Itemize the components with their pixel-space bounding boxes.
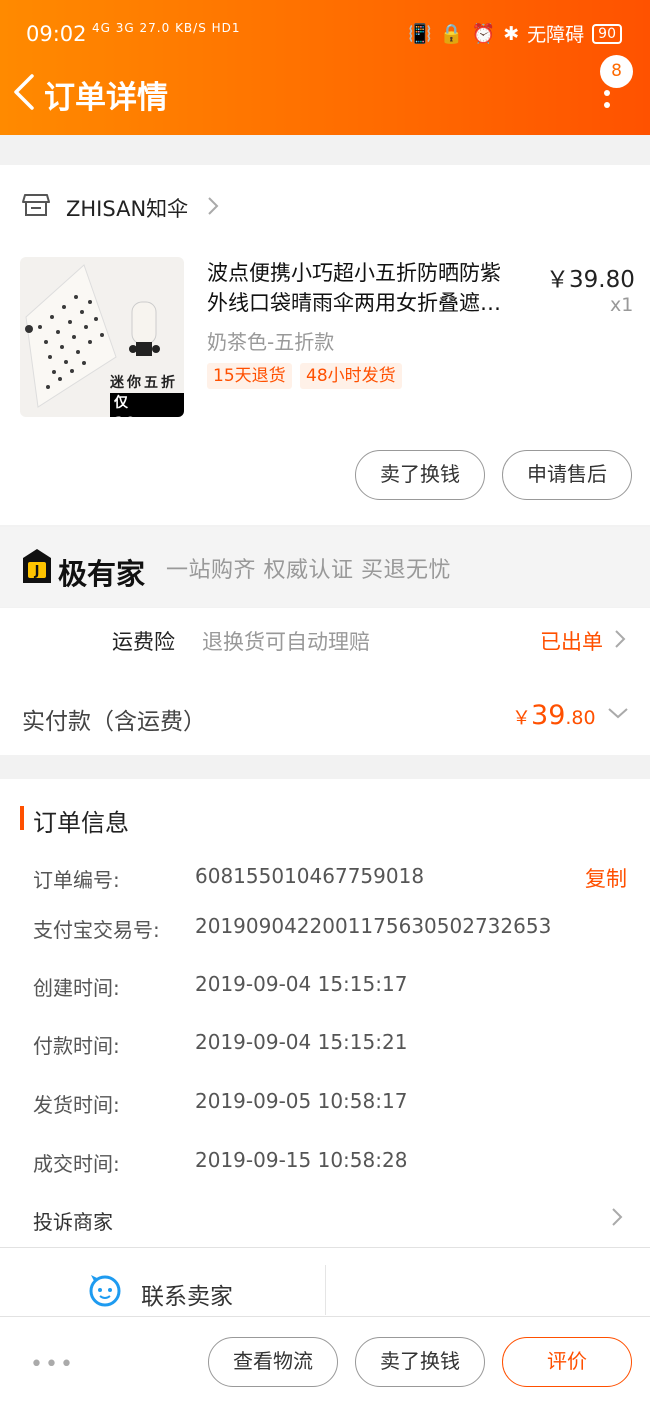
- product-title[interactable]: 波点便携小巧超小五折防晒防紫 外线口袋晴雨伞两用女折叠遮…: [207, 258, 532, 318]
- view-logistics-button[interactable]: 查看物流: [208, 1337, 338, 1387]
- vibrate-icon: 📳: [408, 23, 432, 45]
- completed-time-label: 成交时间:: [33, 1152, 120, 1176]
- completed-time-value: 2019-09-15 10:58:28: [195, 1148, 408, 1172]
- lock-icon: 🔒: [439, 23, 464, 45]
- after-sale-button[interactable]: 申请售后: [502, 450, 632, 500]
- review-button[interactable]: 评价: [502, 1337, 632, 1387]
- sell-exchange-button[interactable]: 卖了换钱: [355, 450, 485, 500]
- payment-integer: 39: [531, 700, 566, 731]
- net-3g: 3G: [115, 21, 135, 35]
- more-actions-button[interactable]: •••: [30, 1352, 75, 1377]
- shipping-insurance-desc: 退换货可自动理赔: [202, 630, 370, 654]
- net-4g: 4G: [92, 21, 111, 35]
- sell-exchange-button-bottom[interactable]: 卖了换钱: [355, 1337, 485, 1387]
- shipped-time-label: 发货时间:: [33, 1093, 120, 1117]
- paid-time-label: 付款时间:: [33, 1034, 120, 1058]
- battery-icon: 90: [592, 23, 622, 44]
- product-sku: 奶茶色-五折款: [207, 330, 335, 354]
- product-quantity: x1: [610, 294, 634, 316]
- contact-seller-label[interactable]: 联系卖家: [141, 1277, 233, 1311]
- net-hd: HD1: [211, 21, 241, 35]
- chevron-right-icon[interactable]: [610, 1206, 624, 1228]
- thumbnail-caption-line1: 迷你五折: [110, 375, 178, 391]
- chevron-down-icon[interactable]: [607, 706, 629, 720]
- alarm-icon: ⏰: [471, 23, 496, 45]
- network-indicator: 4G 3G 27.0 KB/S HD1: [92, 22, 241, 34]
- actual-payment-amount: ￥39.80: [512, 700, 596, 731]
- jiyoujia-slogan: 一站购齐 权威认证 买退无忧: [166, 558, 451, 583]
- payment-currency: ￥: [512, 707, 532, 729]
- thumbnail-caption: 迷你五折 仅19cm: [110, 373, 184, 417]
- thumbnail-caption-line2: 仅19cm: [110, 393, 184, 417]
- order-number-label: 订单编号:: [33, 868, 120, 892]
- jiyoujia-logo-icon: J: [23, 549, 51, 583]
- net-speed: 27.0 KB/S: [139, 21, 207, 35]
- alipay-trade-value: 2019090422001175630502732653: [195, 914, 552, 938]
- shipping-insurance-label: 运费险: [112, 630, 175, 654]
- status-right: 📳 🔒 ⏰ ✱ 无障碍 90: [408, 20, 622, 47]
- copy-button[interactable]: 复制: [585, 863, 627, 893]
- paid-time-value: 2019-09-04 15:15:21: [195, 1030, 408, 1054]
- complain-seller-link[interactable]: 投诉商家: [33, 1206, 113, 1235]
- created-time-label: 创建时间:: [33, 976, 120, 1000]
- shop-name[interactable]: ZHISAN知伞: [66, 193, 188, 223]
- accessibility-text: 无障碍: [527, 24, 585, 46]
- status-bar: 09:02 4G 3G 27.0 KB/S HD1 📳 🔒 ⏰ ✱ 无障碍 90: [0, 0, 650, 66]
- chevron-right-icon[interactable]: [613, 628, 627, 650]
- product-title-line2: 外线口袋晴雨伞两用女折叠遮…: [207, 291, 501, 315]
- app-header: 09:02 4G 3G 27.0 KB/S HD1 📳 🔒 ⏰ ✱ 无障碍 90…: [0, 0, 650, 135]
- payment-decimal: .80: [565, 707, 596, 729]
- chat-face-icon[interactable]: [88, 1273, 122, 1307]
- shipped-time-value: 2019-09-05 10:58:17: [195, 1089, 408, 1113]
- jiyoujia-name: 极有家: [58, 557, 146, 591]
- store-icon: [22, 194, 50, 216]
- product-price: ￥39.80: [546, 267, 635, 293]
- section-accent-bar: [20, 806, 24, 830]
- chevron-right-icon[interactable]: [206, 196, 220, 216]
- created-time-value: 2019-09-04 15:15:17: [195, 972, 408, 996]
- bluetooth-icon: ✱: [503, 22, 520, 45]
- message-count-badge[interactable]: 8: [600, 55, 633, 88]
- back-arrow-icon[interactable]: [10, 72, 40, 112]
- status-time: 09:02: [26, 22, 87, 46]
- jiyoujia-logo-letter: J: [34, 564, 40, 579]
- shipping-tag: 48小时发货: [300, 363, 402, 389]
- shipping-insurance-status[interactable]: 已出单: [540, 626, 603, 656]
- page-title: 订单详情: [44, 80, 168, 116]
- order-number-value: 608155010467759018: [195, 864, 425, 888]
- product-title-line1: 波点便携小巧超小五折防晒防紫: [207, 261, 501, 285]
- return-tag: 15天退货: [207, 363, 292, 389]
- divider: [325, 1265, 326, 1315]
- alipay-trade-label: 支付宝交易号:: [33, 918, 160, 942]
- order-info-title: 订单信息: [33, 809, 129, 837]
- product-thumbnail[interactable]: 迷你五折 仅19cm: [20, 257, 184, 417]
- actual-payment-label: 实付款（含运费）: [22, 709, 206, 735]
